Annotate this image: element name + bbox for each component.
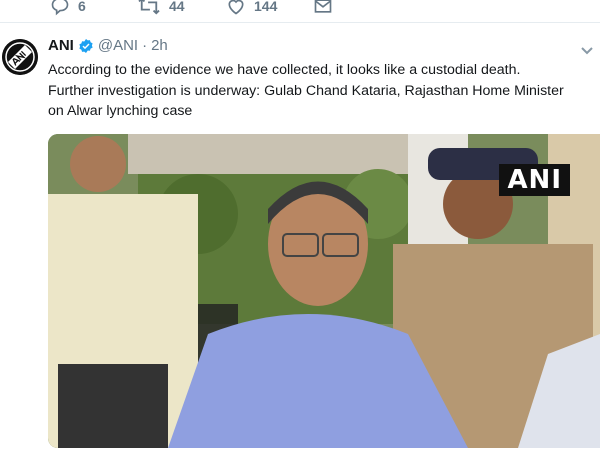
like-icon [226,0,246,16]
retweet-action[interactable]: 44 [137,0,185,16]
direct-message-icon [313,0,333,16]
author-name[interactable]: ANI [48,37,74,54]
reply-icon [50,0,70,16]
retweet-count: 44 [169,0,185,14]
previous-tweet-actions: 6 44 144 [0,0,600,23]
avatar[interactable] [2,39,38,75]
tweet-media-photo[interactable]: ANI [48,134,600,448]
verified-badge-icon [78,38,94,54]
tweet-text: According to the evidence we have collec… [48,62,564,119]
like-action[interactable]: 144 [226,0,277,16]
separator-dot: · [142,37,148,54]
reply-count: 6 [78,0,86,14]
like-count: 144 [254,0,278,14]
direct-message-action[interactable] [313,0,333,16]
author-handle[interactable]: @ANI [98,37,138,54]
caret-down-icon[interactable] [580,43,594,61]
ani-logo [2,39,38,75]
tweet-timestamp[interactable]: 2h [151,37,168,54]
tweet[interactable]: ANI @ANI · 2h According to the evidence … [0,23,600,450]
tweet-header: ANI @ANI · 2h [48,37,168,54]
ani-watermark: ANI [499,164,570,196]
retweet-icon [137,0,161,16]
reply-action[interactable]: 6 [50,0,86,16]
